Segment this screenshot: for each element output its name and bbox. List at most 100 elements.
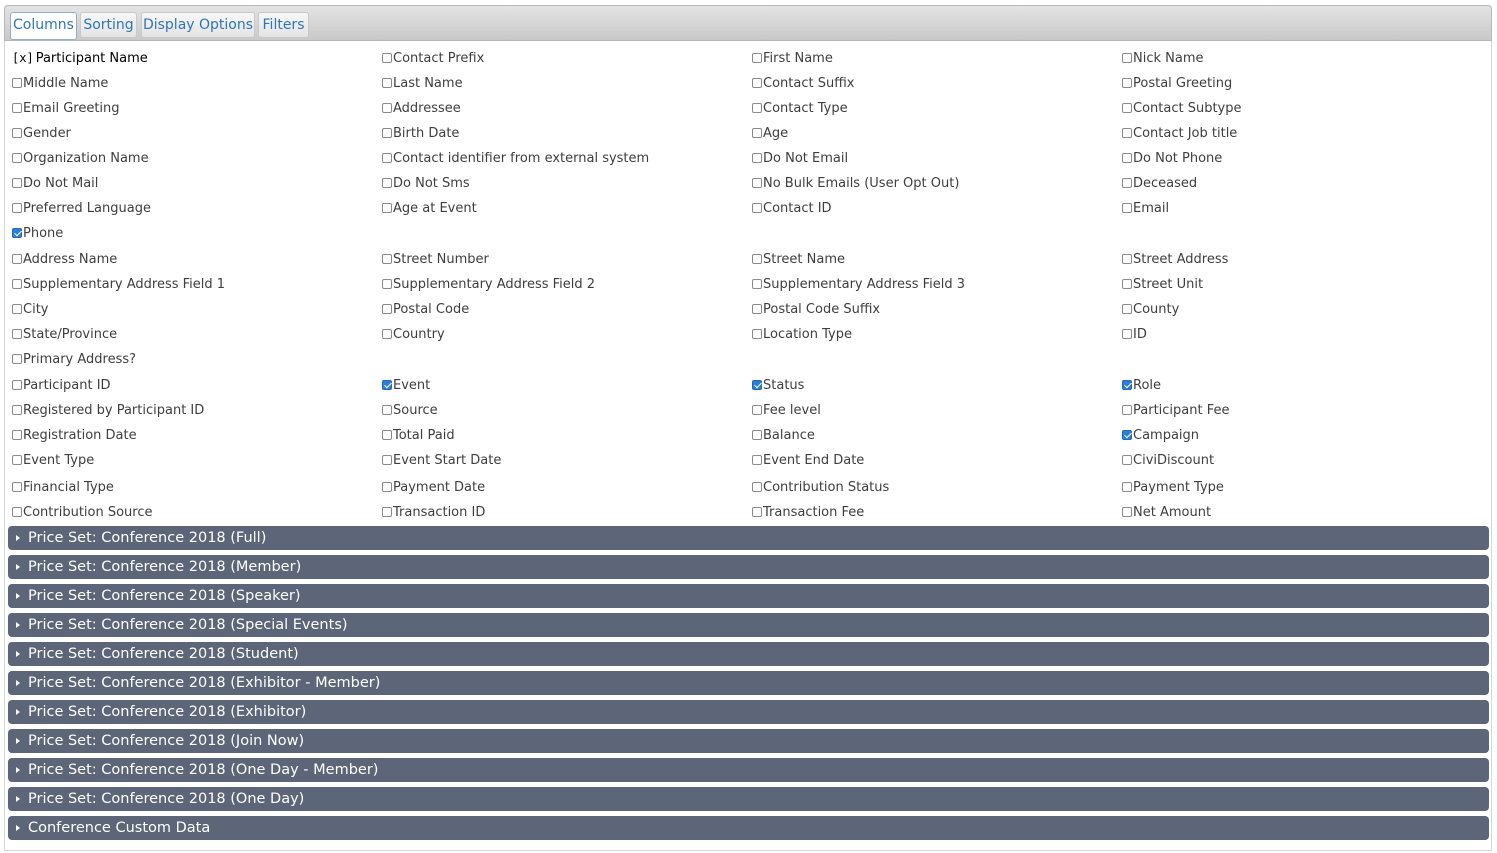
checkbox[interactable] [12, 203, 22, 213]
column-option-no-bulk-emails-user-opt-out[interactable]: No Bulk Emails (User Opt Out) [752, 174, 959, 192]
column-option-phone[interactable]: Phone [12, 224, 63, 242]
checkbox[interactable] [1122, 405, 1132, 415]
column-option-event-end-date[interactable]: Event End Date [752, 451, 864, 469]
column-option-net-amount[interactable]: Net Amount [1122, 503, 1211, 521]
column-option-nick-name[interactable]: Nick Name [1122, 49, 1204, 67]
column-option-age-at-event[interactable]: Age at Event [382, 199, 477, 217]
checkbox[interactable] [382, 304, 392, 314]
checkbox[interactable] [382, 203, 392, 213]
checkbox[interactable] [12, 128, 22, 138]
column-option-contact-prefix[interactable]: Contact Prefix [382, 49, 484, 67]
column-option-contact-suffix[interactable]: Contact Suffix [752, 74, 854, 92]
checkbox[interactable] [12, 279, 22, 289]
accordion-header-price-set-conference-2018-member[interactable]: Price Set: Conference 2018 (Member) [8, 555, 1489, 579]
column-option-birth-date[interactable]: Birth Date [382, 124, 459, 142]
checked-marker[interactable]: [x] [12, 51, 34, 65]
column-option-balance[interactable]: Balance [752, 426, 815, 444]
checkbox[interactable] [752, 507, 762, 517]
column-option-event[interactable]: Event [382, 376, 430, 394]
column-option-do-not-phone[interactable]: Do Not Phone [1122, 149, 1222, 167]
column-option-supplementary-address-field-2[interactable]: Supplementary Address Field 2 [382, 275, 595, 293]
column-option-primary-address[interactable]: Primary Address? [12, 350, 136, 368]
column-option-street-unit[interactable]: Street Unit [1122, 275, 1203, 293]
checkbox[interactable] [1122, 78, 1132, 88]
accordion-header-price-set-conference-2018-student[interactable]: Price Set: Conference 2018 (Student) [8, 642, 1489, 666]
column-option-contribution-status[interactable]: Contribution Status [752, 478, 889, 496]
checkbox[interactable] [1122, 53, 1132, 63]
checkbox[interactable] [382, 329, 392, 339]
column-option-postal-code[interactable]: Postal Code [382, 300, 469, 318]
column-option-do-not-sms[interactable]: Do Not Sms [382, 174, 470, 192]
checkbox[interactable] [752, 128, 762, 138]
column-option-organization-name[interactable]: Organization Name [12, 149, 149, 167]
checkbox[interactable] [12, 455, 22, 465]
checkbox[interactable] [382, 103, 392, 113]
checkbox[interactable] [12, 507, 22, 517]
accordion-header-price-set-conference-2018-join-now[interactable]: Price Set: Conference 2018 (Join Now) [8, 729, 1489, 753]
column-option-do-not-mail[interactable]: Do Not Mail [12, 174, 98, 192]
checkbox-checked[interactable] [382, 380, 392, 390]
checkbox[interactable] [12, 254, 22, 264]
accordion-header-price-set-conference-2018-full[interactable]: Price Set: Conference 2018 (Full) [8, 526, 1489, 550]
column-option-city[interactable]: City [12, 300, 48, 318]
checkbox[interactable] [1122, 153, 1132, 163]
checkbox[interactable] [1122, 254, 1132, 264]
column-option-street-number[interactable]: Street Number [382, 250, 489, 268]
column-option-financial-type[interactable]: Financial Type [12, 478, 114, 496]
checkbox[interactable] [752, 304, 762, 314]
column-option-supplementary-address-field-1[interactable]: Supplementary Address Field 1 [12, 275, 225, 293]
accordion-header-price-set-conference-2018-exhibitor[interactable]: Price Set: Conference 2018 (Exhibitor) [8, 700, 1489, 724]
column-option-role[interactable]: Role [1122, 376, 1161, 394]
column-option-middle-name[interactable]: Middle Name [12, 74, 108, 92]
column-option-participant-name[interactable]: [x] Participant Name [12, 49, 148, 67]
column-option-contact-subtype[interactable]: Contact Subtype [1122, 99, 1242, 117]
checkbox[interactable] [382, 254, 392, 264]
column-option-id[interactable]: ID [1122, 325, 1147, 343]
checkbox[interactable] [752, 455, 762, 465]
column-option-status[interactable]: Status [752, 376, 804, 394]
column-option-postal-code-suffix[interactable]: Postal Code Suffix [752, 300, 880, 318]
checkbox[interactable] [12, 103, 22, 113]
checkbox[interactable] [752, 329, 762, 339]
column-option-cividiscount[interactable]: CiviDiscount [1122, 451, 1214, 469]
checkbox[interactable] [752, 203, 762, 213]
checkbox[interactable] [382, 53, 392, 63]
checkbox[interactable] [1122, 178, 1132, 188]
checkbox[interactable] [752, 405, 762, 415]
checkbox[interactable] [382, 405, 392, 415]
checkbox[interactable] [1122, 455, 1132, 465]
checkbox-checked[interactable] [12, 228, 22, 238]
column-option-contact-job-title[interactable]: Contact Job title [1122, 124, 1237, 142]
column-option-campaign[interactable]: Campaign [1122, 426, 1199, 444]
checkbox[interactable] [12, 178, 22, 188]
checkbox-checked[interactable] [1122, 380, 1132, 390]
checkbox-checked[interactable] [752, 380, 762, 390]
checkbox[interactable] [752, 78, 762, 88]
column-option-contact-identifier-from-external-system[interactable]: Contact identifier from external system [382, 149, 649, 167]
column-option-do-not-email[interactable]: Do Not Email [752, 149, 848, 167]
checkbox[interactable] [1122, 507, 1132, 517]
column-option-age[interactable]: Age [752, 124, 788, 142]
column-option-transaction-fee[interactable]: Transaction Fee [752, 503, 864, 521]
checkbox[interactable] [12, 153, 22, 163]
column-option-email-greeting[interactable]: Email Greeting [12, 99, 120, 117]
column-option-country[interactable]: Country [382, 325, 445, 343]
checkbox[interactable] [12, 329, 22, 339]
accordion-header-price-set-conference-2018-special-events[interactable]: Price Set: Conference 2018 (Special Even… [8, 613, 1489, 637]
column-option-contact-type[interactable]: Contact Type [752, 99, 848, 117]
column-option-deceased[interactable]: Deceased [1122, 174, 1197, 192]
column-option-last-name[interactable]: Last Name [382, 74, 463, 92]
column-option-addressee[interactable]: Addressee [382, 99, 461, 117]
checkbox[interactable] [752, 254, 762, 264]
checkbox[interactable] [12, 430, 22, 440]
checkbox[interactable] [1122, 304, 1132, 314]
column-option-source[interactable]: Source [382, 401, 438, 419]
checkbox[interactable] [1122, 482, 1132, 492]
accordion-header-price-set-conference-2018-one-day[interactable]: Price Set: Conference 2018 (One Day) [8, 787, 1489, 811]
column-option-participant-fee[interactable]: Participant Fee [1122, 401, 1229, 419]
column-option-county[interactable]: County [1122, 300, 1179, 318]
column-option-email[interactable]: Email [1122, 199, 1169, 217]
checkbox[interactable] [12, 405, 22, 415]
checkbox[interactable] [752, 178, 762, 188]
checkbox[interactable] [752, 103, 762, 113]
